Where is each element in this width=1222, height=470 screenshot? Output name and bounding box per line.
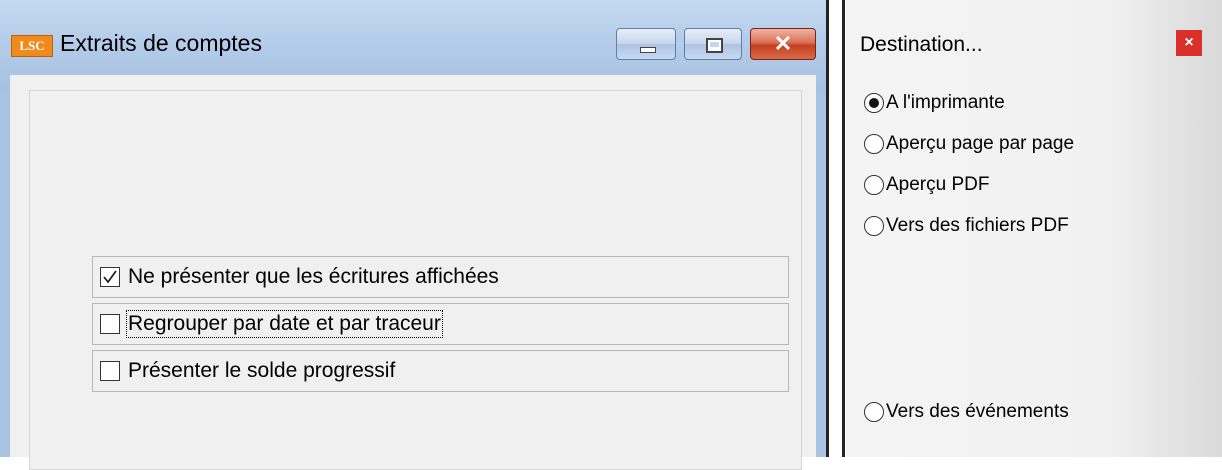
radio-button[interactable] <box>864 134 884 154</box>
option-label: Regrouper par date et par traceur <box>126 310 443 338</box>
option-label: Présenter le solde progressif <box>128 359 396 382</box>
radio-button[interactable] <box>864 402 884 422</box>
radio-button[interactable] <box>864 175 884 195</box>
radio-label: Aperçu PDF <box>886 174 990 195</box>
radio-selected-dot <box>869 98 879 108</box>
option-row-group-by-date[interactable]: Regrouper par date et par traceur <box>92 303 789 345</box>
maximize-button[interactable] <box>684 28 742 60</box>
check-icon <box>103 270 117 284</box>
option-label: Ne présenter que les écritures affichées <box>128 265 499 288</box>
close-icon: × <box>1184 34 1194 51</box>
close-icon: ✕ <box>773 31 793 56</box>
app-logo-icon: LSC <box>11 35 53 57</box>
main-window: LSC Extraits de comptes ✕ Ne présenter q… <box>0 0 826 470</box>
options-panel: Ne présenter que les écritures affichées… <box>29 90 802 470</box>
radio-label: A l'imprimante <box>886 92 1005 113</box>
checkbox-running-balance[interactable] <box>100 361 120 381</box>
option-row-running-balance[interactable]: Présenter le solde progressif <box>92 350 789 392</box>
radio-label: Aperçu page par page <box>886 133 1075 154</box>
window-title: Extraits de comptes <box>60 30 262 56</box>
maximize-icon <box>706 38 723 53</box>
dialog-close-button[interactable]: × <box>1176 30 1202 56</box>
radio-label: Vers des fichiers PDF <box>886 215 1069 236</box>
minimize-button[interactable] <box>616 28 676 60</box>
checkbox-displayed-entries[interactable] <box>100 267 120 287</box>
radio-label: Vers des événements <box>886 401 1069 422</box>
window-separator <box>842 0 845 457</box>
checkbox-group-by-date[interactable] <box>100 314 120 334</box>
option-row-displayed-entries[interactable]: Ne présenter que les écritures affichées <box>92 256 789 298</box>
minimize-icon <box>640 47 656 53</box>
window-separator <box>826 0 829 457</box>
radio-button[interactable] <box>864 93 884 113</box>
main-window-client: Ne présenter que les écritures affichées… <box>10 75 816 470</box>
radio-button[interactable] <box>864 216 884 236</box>
close-button[interactable]: ✕ <box>750 28 816 60</box>
destination-dialog: Destination... × A l'imprimante Aperçu p… <box>846 0 1222 457</box>
dialog-title: Destination... <box>860 33 983 56</box>
